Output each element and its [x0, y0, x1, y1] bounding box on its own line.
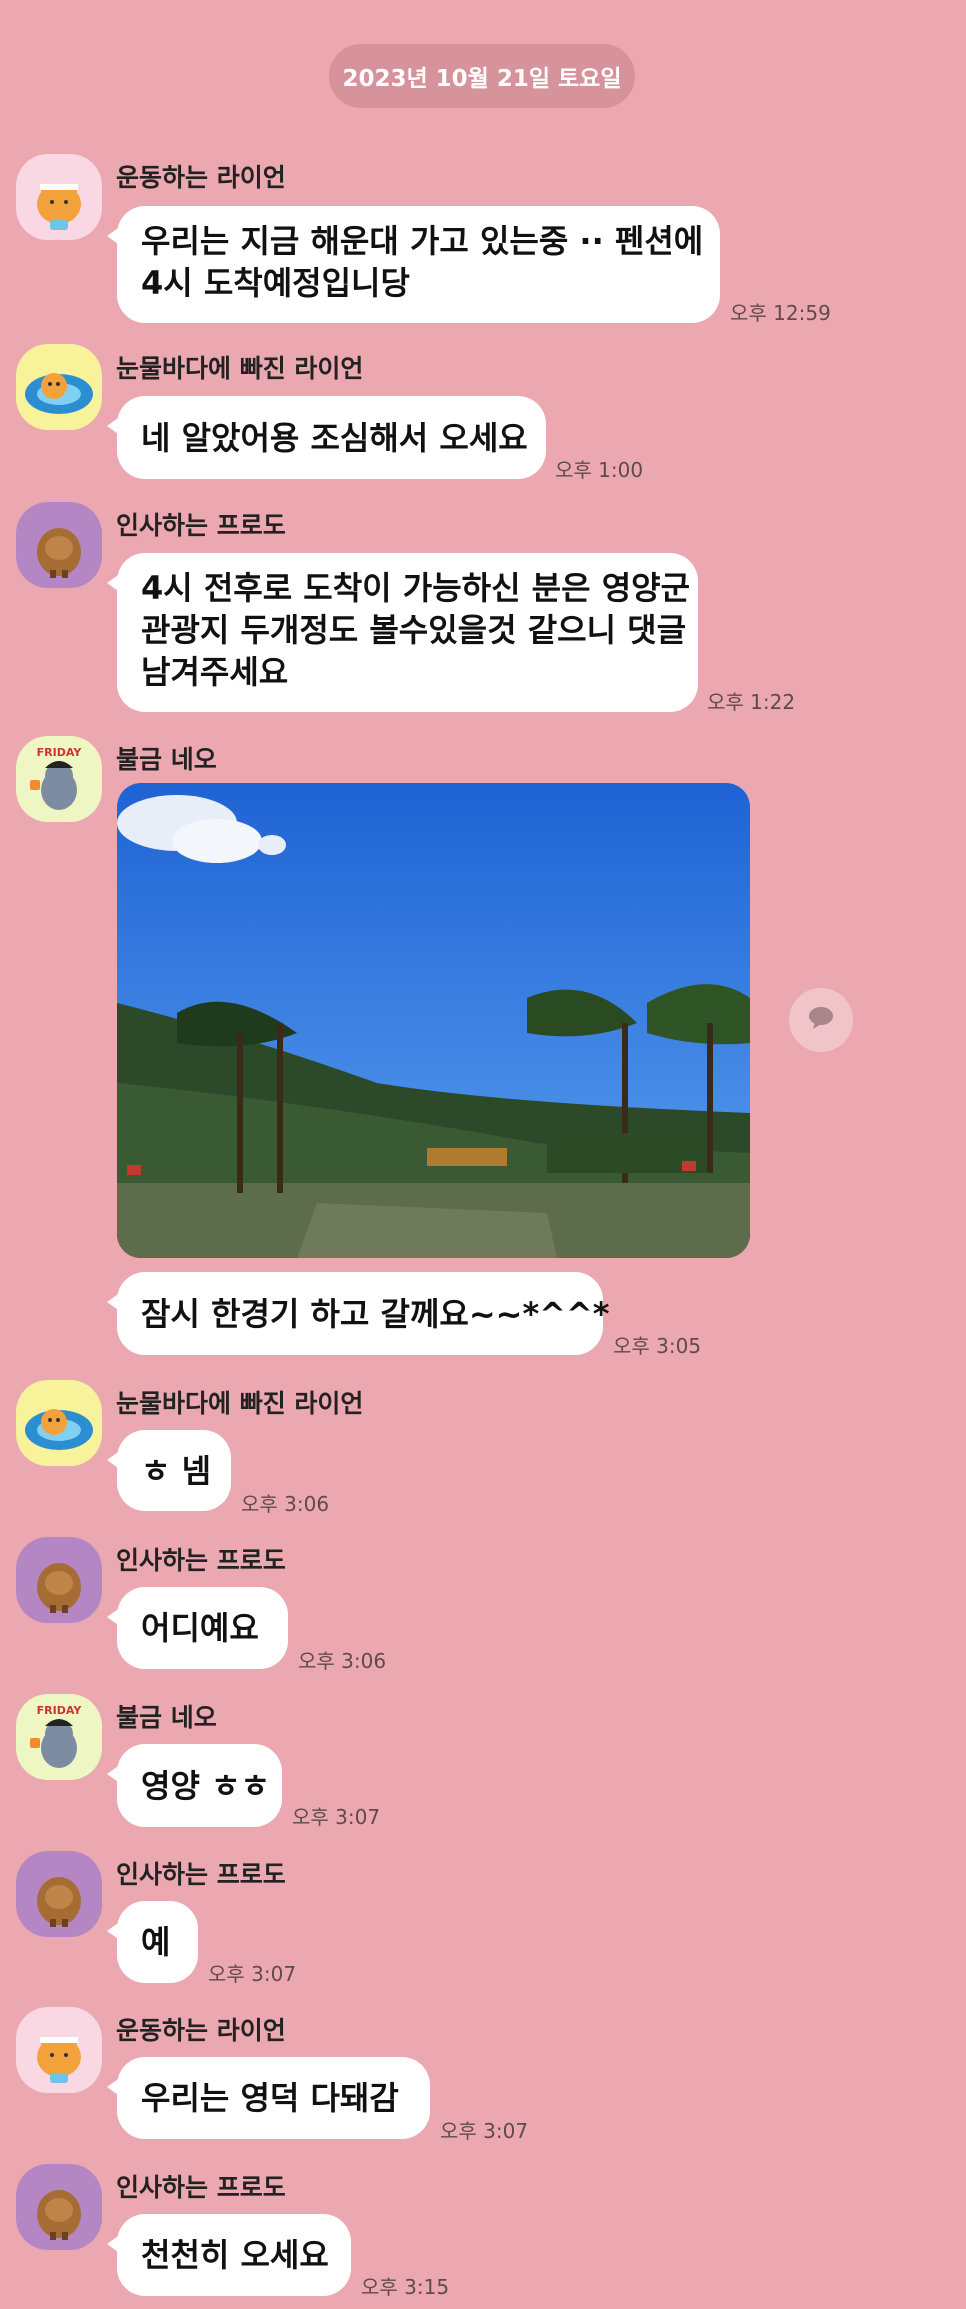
sender-name: 불금 네오	[116, 745, 217, 774]
message-time: 오후 12:59	[730, 301, 831, 325]
share-button[interactable]	[789, 988, 853, 1052]
sender-name: 운동하는 라이언	[116, 2016, 286, 2045]
message-text-line: 잠시 한경기 하고 갈께요~~*^^*	[141, 1294, 610, 1333]
message-time: 오후 3:05	[613, 1334, 702, 1358]
speech-bubble-icon	[807, 1005, 835, 1035]
message-text-line: 영양 ㅎㅎ	[141, 1766, 270, 1805]
sender-name: 눈물바다에 빠진 라이언	[116, 1389, 364, 1418]
sender-name: 인사하는 프로도	[116, 511, 286, 540]
frodo-bow-avatar-icon[interactable]	[16, 1537, 102, 1623]
message-text-line: ㅎ 넴	[141, 1451, 212, 1490]
neo-friday-avatar-icon[interactable]: FRIDAY	[16, 1694, 102, 1780]
sender-name: 인사하는 프로도	[116, 2173, 286, 2202]
date-divider: 2023년 10월 21일 토요일	[329, 44, 635, 108]
ryan-exercise-avatar-icon[interactable]	[16, 2007, 102, 2093]
message-time: 오후 3:07	[208, 1962, 297, 1986]
neo-badge-text: FRIDAY	[37, 746, 83, 759]
message-bubble[interactable]: 잠시 한경기 하고 갈께요~~*^^*	[107, 1272, 610, 1355]
message-text-line: 관광지 두개정도 볼수있을것 같으니 댓글	[141, 611, 687, 649]
message-time: 오후 3:07	[292, 1805, 381, 1829]
message-bubble[interactable]: 우리는 영덕 다돼감	[107, 2057, 430, 2139]
message-time: 오후 1:22	[707, 690, 796, 714]
frodo-bow-avatar-icon[interactable]	[16, 2164, 102, 2250]
message-bubble[interactable]: 4시 전후로 도착이 가능하신 분은 영양군 관광지 두개정도 볼수있을것 같으…	[107, 553, 698, 712]
message-time: 오후 3:07	[440, 2119, 529, 2143]
message-text-line: 어디예요	[141, 1609, 259, 1647]
message-time: 오후 3:06	[298, 1649, 387, 1673]
message-text-line: 네 알았어용 조심해서 오세요	[141, 418, 528, 457]
message-text-line: 남겨주세요	[141, 653, 289, 691]
message-time: 오후 1:00	[555, 458, 644, 482]
message-text-line: 천천히 오세요	[141, 2236, 329, 2274]
neo-badge-text: FRIDAY	[37, 1704, 83, 1717]
sender-name: 운동하는 라이언	[116, 163, 286, 192]
ryan-tears-avatar-icon[interactable]	[16, 344, 102, 430]
ryan-tears-avatar-icon[interactable]	[16, 1380, 102, 1466]
message-bubble[interactable]: 우리는 지금 해운대 가고 있는중 ·· 펜션에 4시 도착예정입니당	[107, 206, 720, 323]
message-bubble[interactable]: ㅎ 넴	[107, 1430, 231, 1511]
frodo-bow-avatar-icon[interactable]	[16, 1851, 102, 1937]
message-bubble[interactable]: 영양 ㅎㅎ	[107, 1744, 282, 1827]
message-text-line: 우리는 영덕 다돼감	[141, 2079, 399, 2117]
neo-friday-avatar-icon[interactable]: FRIDAY	[16, 736, 102, 822]
message-time: 오후 3:15	[361, 2275, 450, 2299]
message-time: 오후 3:06	[241, 1492, 330, 1516]
sender-name: 인사하는 프로도	[116, 1860, 286, 1889]
message-bubble[interactable]: 네 알았어용 조심해서 오세요	[107, 396, 546, 479]
message-text-line: 예	[141, 1923, 171, 1961]
outdoor-park-photo[interactable]	[117, 783, 750, 1258]
message-text-line: 우리는 지금 해운대 가고 있는중 ·· 펜션에	[141, 222, 704, 260]
message-text-line: 4시 전후로 도착이 가능하신 분은 영양군	[141, 569, 691, 607]
sender-name: 인사하는 프로도	[116, 1546, 286, 1575]
frodo-bow-avatar-icon[interactable]	[16, 502, 102, 588]
message-bubble[interactable]: 예	[107, 1901, 198, 1983]
ryan-exercise-avatar-icon[interactable]	[16, 154, 102, 240]
message-text-line: 4시 도착예정입니당	[141, 264, 410, 302]
message-bubble[interactable]: 천천히 오세요	[107, 2214, 351, 2296]
sender-name: 눈물바다에 빠진 라이언	[116, 354, 364, 383]
sender-name: 불금 네오	[116, 1703, 217, 1732]
message-bubble[interactable]: 어디예요	[107, 1587, 288, 1669]
